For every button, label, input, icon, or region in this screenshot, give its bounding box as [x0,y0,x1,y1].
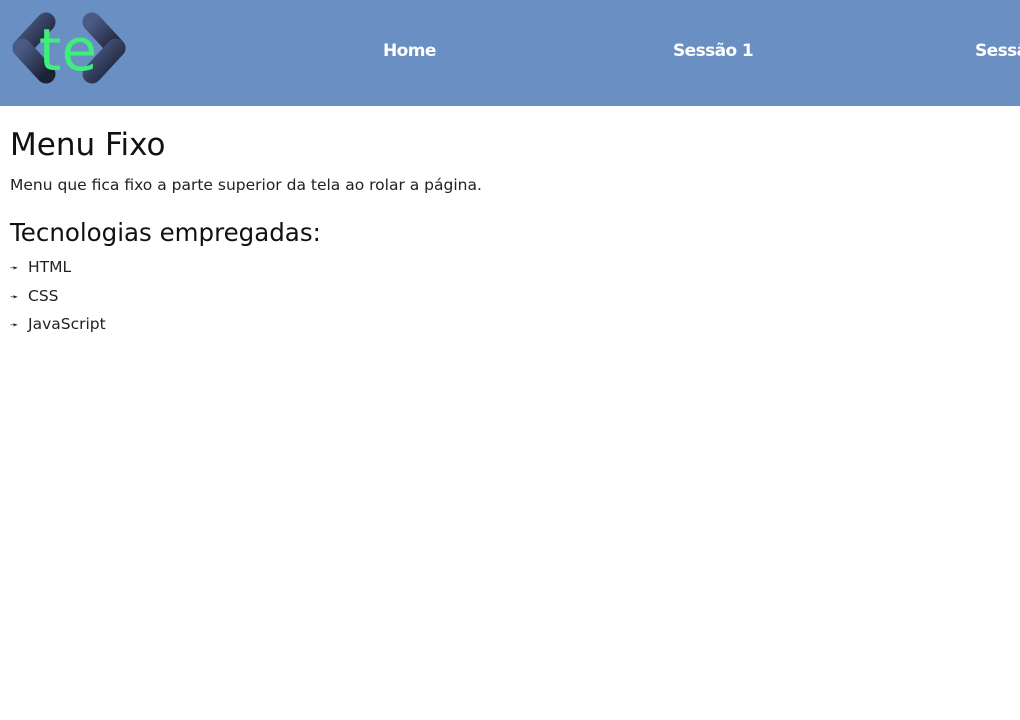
list-item-label: CSS [28,286,59,305]
nav-link-home[interactable]: Home [383,40,436,62]
arrow-bullet-icon: ➛ [10,263,19,274]
page-description: Menu que fica fixo a parte superior da t… [10,176,482,194]
nav-link-sessao-2[interactable]: Sessão 2 [975,40,1020,62]
technology-list: ➛ HTML ➛ CSS ➛ JavaScript [10,254,1010,340]
top-navigation-bar: te Home Sessão 1 Sessão 2 [0,0,1020,106]
te-code-brackets-logo-icon: te [12,12,126,84]
arrow-bullet-icon: ➛ [10,291,19,303]
logo-text: te [39,16,97,84]
logo[interactable]: te [8,12,130,84]
section-title-technologies: Tecnologias empregadas: [10,218,321,247]
main-content: Menu Fixo Menu que fica fixo a parte sup… [10,124,1010,340]
nav-link-sessao-1[interactable]: Sessão 1 [673,40,754,62]
arrow-bullet-icon: ➛ [10,320,19,331]
list-item: ➛ HTML [10,254,1010,283]
list-item: ➛ JavaScript [10,311,1010,340]
list-item-label: JavaScript [28,315,106,333]
list-item-label: HTML [28,258,72,276]
page-title: Menu Fixo [10,127,166,163]
list-item: ➛ CSS [10,283,1010,312]
